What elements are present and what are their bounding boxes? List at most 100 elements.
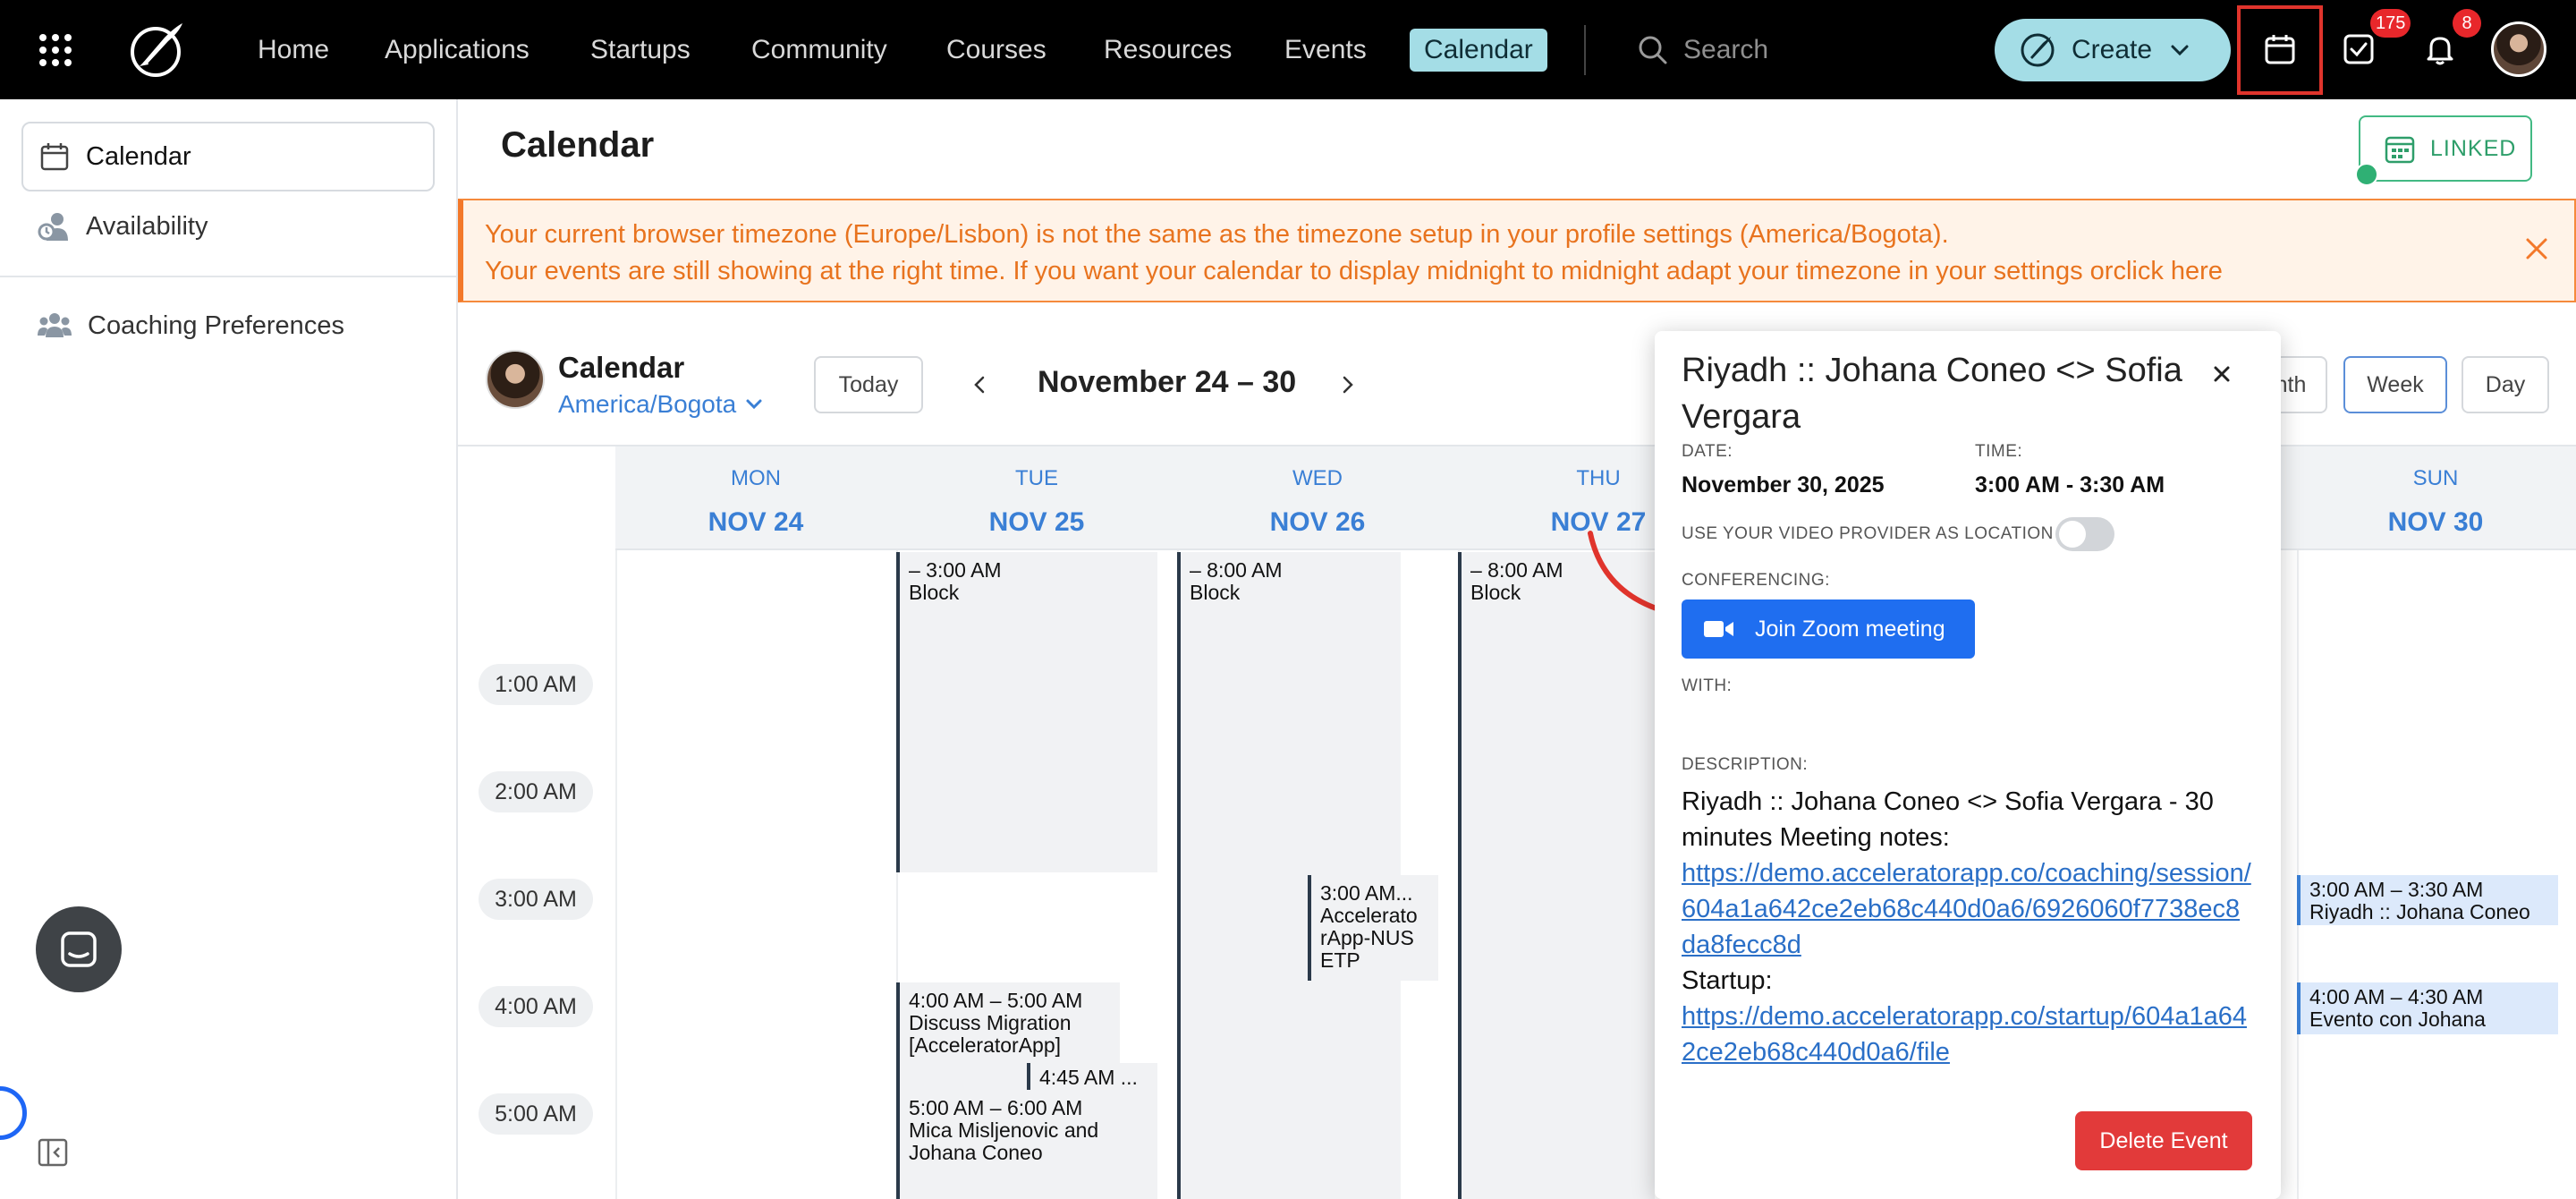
create-button[interactable]: Create bbox=[1995, 19, 2231, 81]
apps-grid-icon[interactable] bbox=[39, 34, 72, 66]
time-label: 1:00 AM bbox=[479, 664, 593, 705]
chevron-down-icon bbox=[746, 399, 762, 410]
calendar-owner-avatar bbox=[486, 350, 545, 409]
sidebar-item-coaching-preferences[interactable]: Coaching Preferences bbox=[21, 291, 435, 361]
nav-events[interactable]: Events bbox=[1270, 29, 1381, 72]
user-avatar[interactable] bbox=[2491, 21, 2546, 77]
warning-line-1: Your current browser timezone (Europe/Li… bbox=[485, 220, 1949, 249]
description-text: Riyadh :: Johana Coneo <> Sofia Vergara … bbox=[1682, 787, 2214, 852]
session-link[interactable]: https://demo.acceleratorapp.co/coaching/… bbox=[1682, 855, 2254, 963]
sidebar-item-label: Coaching Preferences bbox=[88, 310, 344, 340]
search-placeholder: Search bbox=[1683, 35, 1769, 64]
timezone-warning: Your current browser timezone (Europe/Li… bbox=[458, 199, 2576, 302]
day-of-week: TUE bbox=[1015, 466, 1058, 490]
sidebar-item-availability[interactable]: Availability bbox=[21, 191, 435, 261]
date-value: November 30, 2025 bbox=[1682, 472, 1885, 497]
calendar-event[interactable]: – 3:00 AM Block bbox=[896, 552, 1157, 872]
notifications-badge: 8 bbox=[2453, 9, 2481, 38]
event-title: Evento con Johana bbox=[2309, 1008, 2486, 1031]
linked-check-icon bbox=[2355, 163, 2378, 186]
timezone-selector[interactable]: America/Bogota bbox=[558, 390, 765, 419]
chevron-right-icon bbox=[1343, 376, 1353, 394]
day-date: NOV 26 bbox=[1269, 507, 1366, 537]
nav-divider bbox=[1584, 25, 1586, 75]
calendar-event-selected[interactable]: 3:00 AM – 3:30 AM Riyadh :: Johana Coneo bbox=[2297, 875, 2558, 925]
calendar-event[interactable]: 3:00 AM... Accelerato rApp-NUS ETP bbox=[1308, 875, 1438, 981]
event-title: Block bbox=[909, 581, 960, 604]
time-label: 4:00 AM bbox=[479, 986, 593, 1027]
event-description: Riyadh :: Johana Coneo <> Sofia Vergara … bbox=[1682, 784, 2254, 1070]
chevron-left-icon bbox=[974, 376, 985, 394]
event-title: Riyadh :: Johana Coneo <> Sofia Vergara bbox=[1682, 352, 2182, 436]
notifications-button[interactable] bbox=[2418, 27, 2462, 72]
conferencing-label: CONFERENCING: bbox=[1682, 571, 1830, 590]
video-provider-label: USE YOUR VIDEO PROVIDER AS LOCATION bbox=[1682, 524, 2054, 543]
linked-button[interactable]: LINKED bbox=[2359, 115, 2532, 182]
event-time: – 8:00 AM bbox=[1190, 558, 1283, 582]
availability-icon bbox=[38, 213, 68, 241]
close-icon[interactable] bbox=[2206, 358, 2238, 390]
create-label: Create bbox=[2072, 35, 2153, 64]
join-zoom-label: Join Zoom meeting bbox=[1755, 616, 1945, 642]
time-value: 3:00 AM - 3:30 AM bbox=[1975, 472, 2165, 497]
linked-calendar-icon bbox=[2385, 136, 2415, 164]
time-label: 2:00 AM bbox=[479, 771, 593, 812]
nav-calendar[interactable]: Calendar bbox=[1410, 29, 1547, 72]
sidebar-item-calendar[interactable]: Calendar bbox=[21, 122, 435, 191]
date-range: November 24 – 30 bbox=[1038, 365, 1297, 399]
close-icon[interactable] bbox=[2521, 233, 2553, 265]
search-icon bbox=[1639, 36, 1667, 64]
search-field[interactable]: Search bbox=[1637, 30, 1768, 70]
people-icon bbox=[38, 313, 72, 337]
view-day-button[interactable]: Day bbox=[2462, 356, 2549, 413]
warning-line-2[interactable]: Your events are still showing at the rig… bbox=[485, 253, 2553, 290]
bell-icon bbox=[2427, 37, 2453, 65]
video-provider-toggle[interactable] bbox=[2055, 517, 2114, 551]
event-time: – 3:00 AM bbox=[909, 558, 1002, 582]
event-title: Riyadh :: Johana Coneo bbox=[2309, 900, 2530, 923]
time-label: TIME: bbox=[1975, 442, 2023, 461]
event-time: 3:00 AM – 3:30 AM bbox=[2309, 878, 2484, 901]
day-header-wed[interactable]: WED NOV 26 bbox=[1177, 466, 1458, 538]
today-button[interactable]: Today bbox=[814, 356, 923, 413]
with-label: WITH: bbox=[1682, 676, 1733, 695]
rocket-logo-icon[interactable] bbox=[123, 18, 188, 82]
calendar-highlight-box bbox=[2237, 5, 2323, 95]
day-of-week: WED bbox=[1292, 466, 1343, 490]
day-date: NOV 25 bbox=[988, 507, 1085, 537]
calendar-event[interactable]: – 8:00 AM Block bbox=[1458, 552, 1655, 1199]
top-nav: Home Applications Startups Community Cou… bbox=[0, 0, 2576, 99]
nav-startups[interactable]: Startups bbox=[576, 29, 705, 72]
startup-link[interactable]: https://demo.acceleratorapp.co/startup/6… bbox=[1682, 999, 2254, 1070]
nav-courses[interactable]: Courses bbox=[932, 29, 1061, 72]
day-header-sun[interactable]: SUN NOV 30 bbox=[2295, 466, 2576, 538]
calendar-name: Calendar bbox=[558, 351, 685, 384]
tasks-badge: 175 bbox=[2370, 9, 2411, 38]
rocket-icon bbox=[2021, 33, 2055, 67]
day-header-tue[interactable]: TUE NOV 25 bbox=[896, 466, 1177, 538]
sidebar-item-label: Availability bbox=[86, 211, 208, 241]
chat-launcher-button[interactable] bbox=[36, 906, 122, 992]
sidebar: Calendar Availability Coaching Preferenc… bbox=[0, 99, 458, 1199]
prev-week-button[interactable] bbox=[964, 369, 996, 401]
next-week-button[interactable] bbox=[1331, 369, 1363, 401]
description-label: DESCRIPTION: bbox=[1682, 755, 1809, 774]
nav-community[interactable]: Community bbox=[737, 29, 902, 72]
nav-resources[interactable]: Resources bbox=[1089, 29, 1246, 72]
event-popover: Riyadh :: Johana Coneo <> Sofia Vergara … bbox=[1655, 331, 2281, 1199]
nav-applications[interactable]: Applications bbox=[370, 29, 544, 72]
date-label: DATE: bbox=[1682, 442, 1733, 461]
video-camera-icon bbox=[1704, 621, 1733, 637]
day-header-mon[interactable]: MON NOV 24 bbox=[615, 466, 896, 538]
event-title: Accelerato rApp-NUS ETP bbox=[1320, 904, 1418, 972]
calendar-event[interactable]: 5:00 AM – 6:00 AM Mica Misljenovic and J… bbox=[896, 1090, 1157, 1199]
nav-home[interactable]: Home bbox=[243, 29, 343, 72]
collapse-sidebar-icon[interactable] bbox=[38, 1137, 68, 1168]
join-zoom-button[interactable]: Join Zoom meeting bbox=[1682, 600, 1975, 659]
view-week-button[interactable]: Week bbox=[2343, 356, 2447, 413]
calendar-event[interactable]: 4:00 AM – 4:30 AM Evento con Johana bbox=[2297, 982, 2558, 1034]
sidebar-item-label: Calendar bbox=[86, 141, 191, 171]
event-time: 4:00 AM – 4:30 AM bbox=[2309, 985, 2484, 1008]
time-label: 5:00 AM bbox=[479, 1093, 593, 1135]
delete-event-button[interactable]: Delete Event bbox=[2075, 1111, 2252, 1170]
